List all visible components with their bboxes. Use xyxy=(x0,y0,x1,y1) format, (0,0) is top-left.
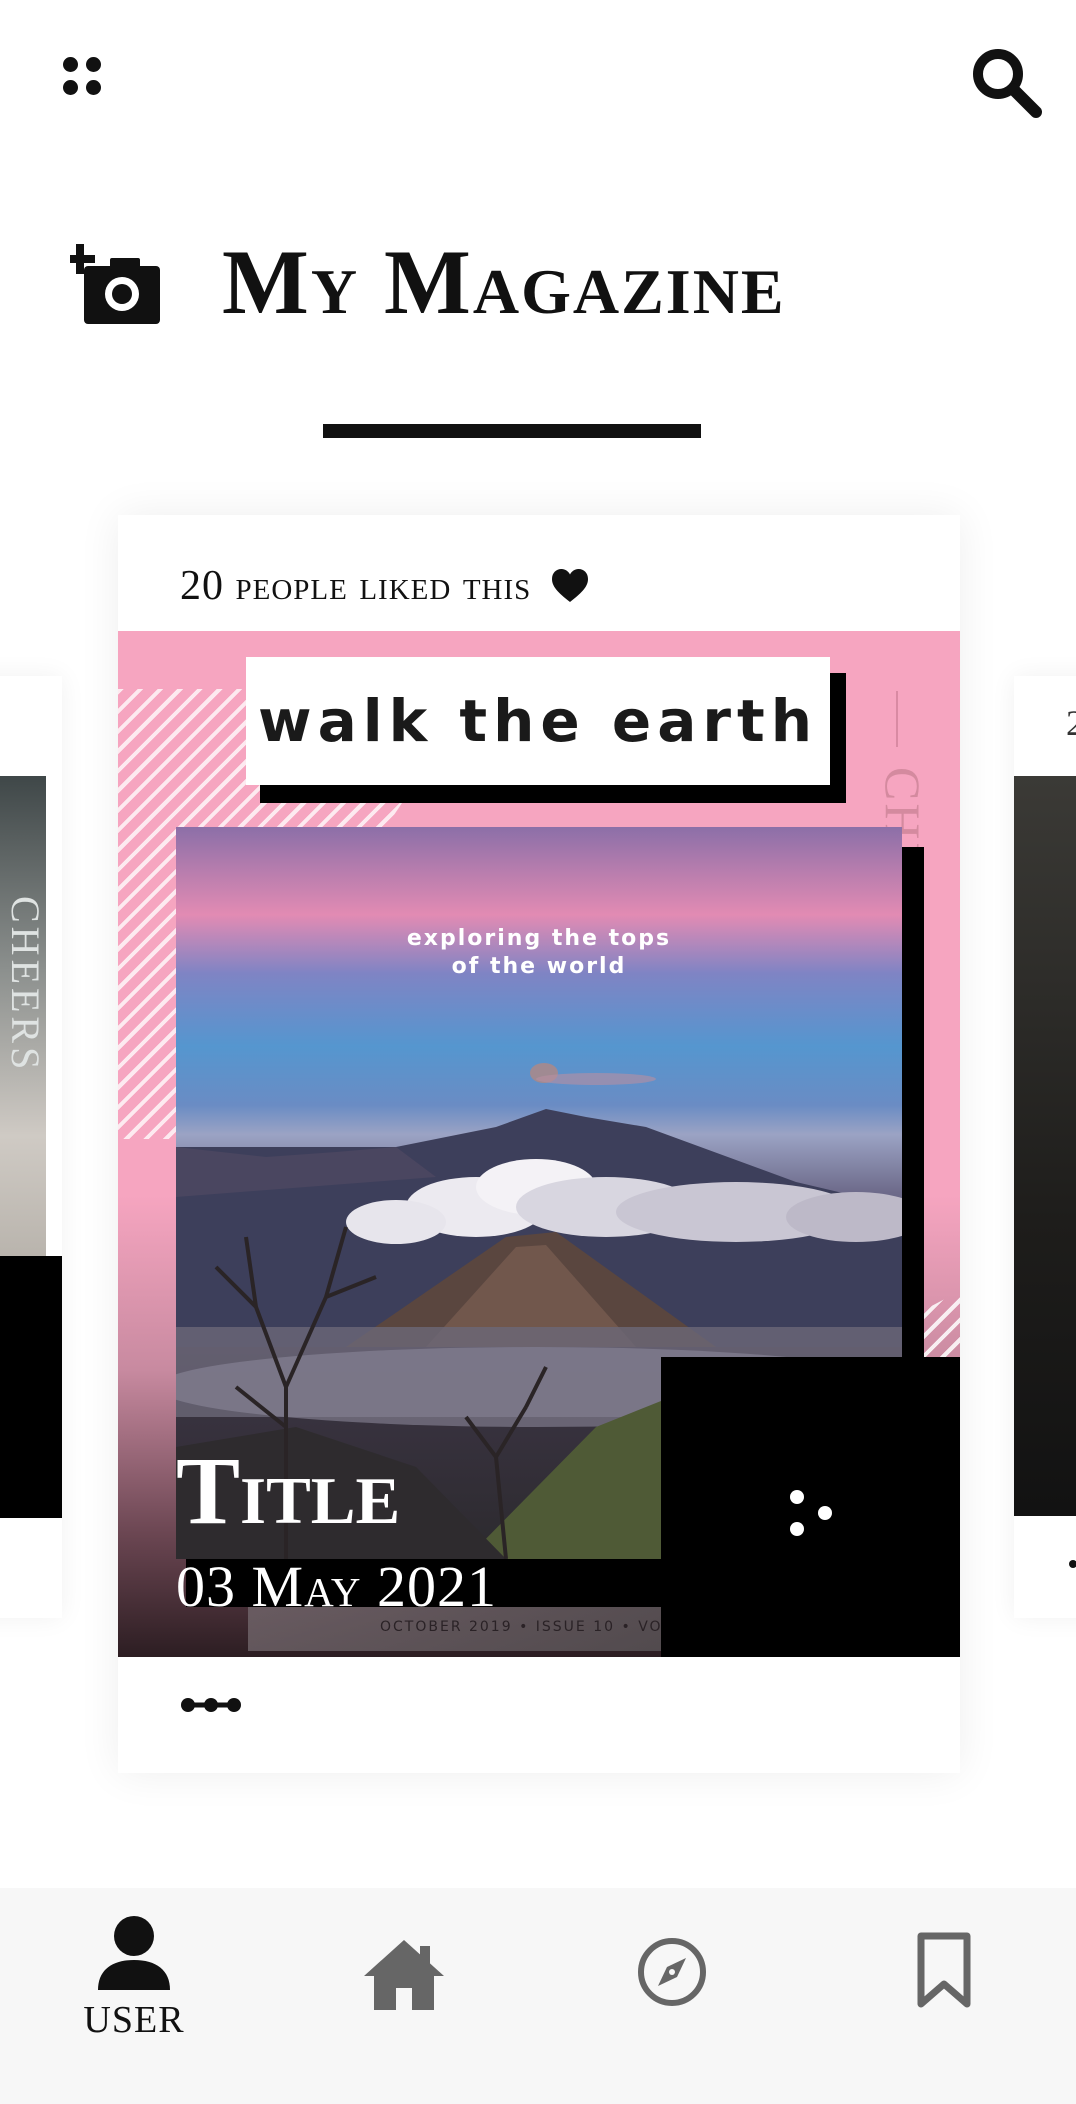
menu-dot xyxy=(86,57,101,72)
cover-vertical-line xyxy=(896,691,898,747)
likes-row: 20 people liked this xyxy=(180,551,589,621)
menu-dot xyxy=(86,80,101,95)
more-dots-icon[interactable] xyxy=(180,1693,242,1717)
heart-icon[interactable] xyxy=(551,568,589,604)
bookmark-icon xyxy=(917,1932,971,2008)
nav-user-label: USER xyxy=(83,1999,185,2041)
title-underline xyxy=(323,424,701,438)
magazine-cover[interactable]: walk the earth CHEERS xyxy=(118,631,960,1657)
cover-date: 03 May 2021 xyxy=(176,1554,498,1619)
bottom-navigation: USER xyxy=(0,1888,1076,2104)
next-magazine-card[interactable]: 2 xyxy=(1014,676,1076,1618)
previous-cover-block xyxy=(0,1256,62,1518)
next-cover-photo xyxy=(1014,776,1076,1516)
previous-cover-vertical-text: CHEERS xyxy=(3,896,48,1074)
compass-icon xyxy=(638,1938,706,2006)
next-card-more-dot xyxy=(1069,1560,1076,1568)
menu-dot xyxy=(63,80,78,95)
search-icon[interactable] xyxy=(968,44,1044,120)
magazine-card[interactable]: 20 people liked this walk the earth CHEE… xyxy=(118,515,960,1773)
share-icon xyxy=(790,1490,832,1536)
cover-banner-text: walk the earth xyxy=(257,687,818,755)
nav-user[interactable]: USER xyxy=(34,1888,234,2104)
previous-magazine-card[interactable]: CHEERS xyxy=(0,676,62,1618)
page-title: My Magazine xyxy=(222,231,786,333)
user-icon xyxy=(98,1916,170,1990)
menu-grid-icon[interactable] xyxy=(58,52,108,102)
nav-explore[interactable] xyxy=(572,1888,772,2104)
share-button[interactable] xyxy=(661,1357,960,1657)
next-card-likes-count: 2 xyxy=(1066,703,1076,743)
nav-bookmark[interactable] xyxy=(844,1888,1044,2104)
menu-dot xyxy=(63,57,78,72)
add-photo-icon[interactable] xyxy=(65,244,166,326)
cover-photo-caption: exploring the tops of the world xyxy=(406,926,672,979)
cover-banner: walk the earth xyxy=(246,657,830,785)
home-icon xyxy=(364,1940,444,2010)
cover-title: Title xyxy=(176,1437,401,1544)
issue-line: OCTOBER 2019 • ISSUE 10 • VOLUM xyxy=(380,1619,698,1635)
likes-text: 20 people liked this xyxy=(180,563,532,609)
nav-home[interactable] xyxy=(304,1888,504,2104)
